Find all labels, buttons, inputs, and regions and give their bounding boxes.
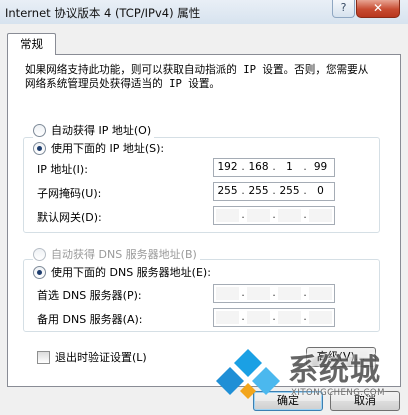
auto-dns-label: 自动获得 DNS 服务器地址(B) <box>51 248 197 261</box>
preferred-dns-octet[interactable] <box>216 287 239 300</box>
auto-ip-label: 自动获得 IP 地址(O) <box>51 124 152 137</box>
subnet-octet[interactable]: 255 <box>214 183 241 200</box>
validate-on-exit-checkbox[interactable] <box>37 350 50 364</box>
subnet-mask-label: 子网掩码(U): <box>37 187 102 200</box>
close-button[interactable]: ✕ <box>356 0 400 18</box>
ip-octet[interactable]: 168 <box>245 159 272 176</box>
auto-dns-radio[interactable] <box>33 247 46 261</box>
subnet-octet[interactable]: 255 <box>276 183 303 200</box>
description-text: 如果网络支持此功能，则可以获取自动指派的 IP 设置。否则，您需要从网络系统管理… <box>25 64 369 90</box>
subnet-octet[interactable]: 255 <box>245 183 272 200</box>
close-icon: ✕ <box>372 1 384 15</box>
alternate-dns-field[interactable]: . . . <box>213 308 335 327</box>
tab-general[interactable]: 常规 <box>7 33 56 55</box>
preferred-dns-label: 首选 DNS 服务器(P): <box>37 289 142 302</box>
gateway-octet[interactable] <box>247 209 270 222</box>
gateway-octet[interactable] <box>278 209 301 222</box>
preferred-dns-octet[interactable] <box>309 287 332 300</box>
ip-address-label: IP 地址(I): <box>37 163 88 176</box>
preferred-dns-octet[interactable] <box>247 287 270 300</box>
title-bar: Internet 协议版本 4 (TCP/IPv4) 属性 ? ✕ <box>0 0 408 24</box>
validate-on-exit-option[interactable]: 退出时验证设置(L) <box>37 349 147 365</box>
manual-ip-label: 使用下面的 IP 地址(S): <box>51 142 165 155</box>
manual-ip-radio[interactable] <box>33 141 46 155</box>
auto-ip-radio[interactable] <box>33 123 46 137</box>
advanced-button[interactable]: 高级(V)... <box>306 347 376 367</box>
alternate-dns-label: 备用 DNS 服务器(A): <box>37 313 143 326</box>
alternate-dns-octet[interactable] <box>278 311 301 324</box>
alternate-dns-octet[interactable] <box>247 311 270 324</box>
validate-on-exit-label: 退出时验证设置(L) <box>55 351 147 364</box>
ip-octet[interactable]: 1 <box>276 159 303 176</box>
help-icon: ? <box>340 1 347 14</box>
ip-address-field[interactable]: 192. 168. 1. 99 <box>213 158 335 177</box>
gateway-octet[interactable] <box>216 209 239 222</box>
manual-dns-label: 使用下面的 DNS 服务器地址(E): <box>51 266 211 279</box>
subnet-octet[interactable]: 0 <box>307 183 334 200</box>
ip-octet[interactable]: 99 <box>307 159 334 176</box>
auto-ip-option[interactable]: 自动获得 IP 地址(O) <box>33 122 155 138</box>
ip-octet[interactable]: 192 <box>214 159 241 176</box>
manual-ip-option[interactable]: 使用下面的 IP 地址(S): <box>33 140 168 156</box>
alternate-dns-octet[interactable] <box>216 311 239 324</box>
default-gateway-field[interactable]: . . . <box>213 206 335 225</box>
auto-dns-option[interactable]: 自动获得 DNS 服务器地址(B) <box>33 246 200 262</box>
default-gateway-label: 默认网关(D): <box>37 211 102 224</box>
preferred-dns-octet[interactable] <box>278 287 301 300</box>
help-button[interactable]: ? <box>332 0 355 18</box>
alternate-dns-octet[interactable] <box>309 311 332 324</box>
preferred-dns-field[interactable]: . . . <box>213 284 335 303</box>
ok-button[interactable]: 确定 <box>253 391 323 411</box>
manual-dns-option[interactable]: 使用下面的 DNS 服务器地址(E): <box>33 264 214 280</box>
gateway-octet[interactable] <box>309 209 332 222</box>
manual-dns-radio[interactable] <box>33 265 46 279</box>
window-title: Internet 协议版本 4 (TCP/IPv4) 属性 <box>5 6 201 20</box>
subnet-mask-field[interactable]: 255. 255. 255. 0 <box>213 182 335 201</box>
cancel-button[interactable]: 取消 <box>330 391 400 411</box>
